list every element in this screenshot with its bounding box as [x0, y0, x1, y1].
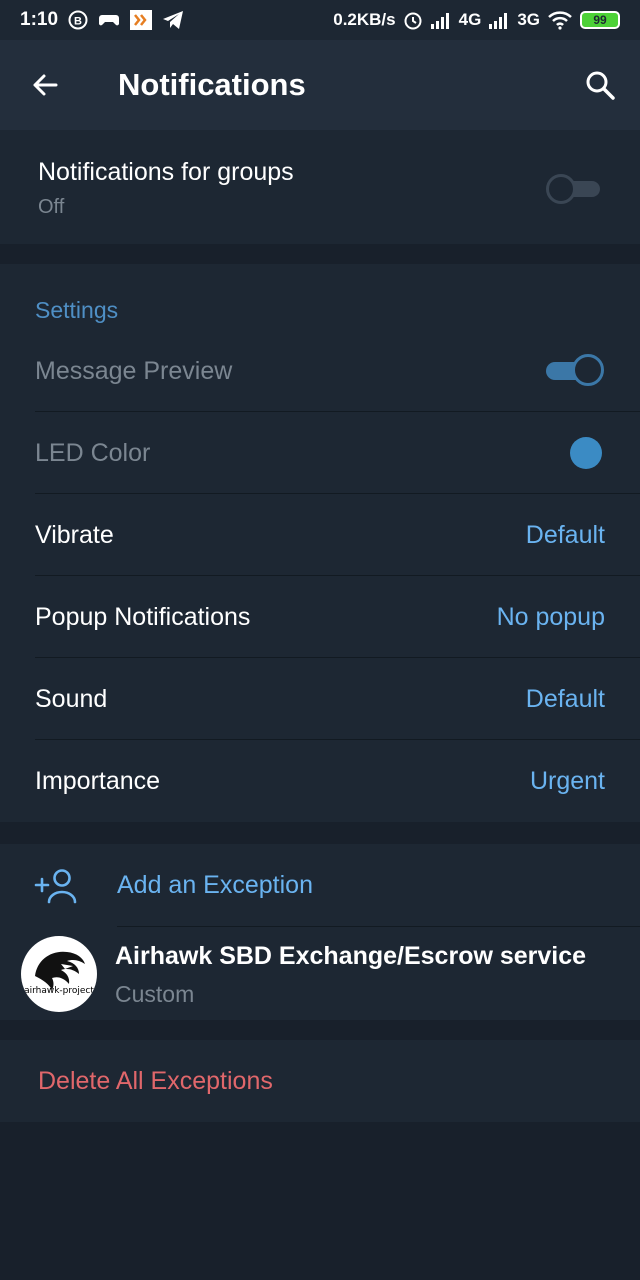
- status-time: 1:10: [20, 9, 59, 30]
- vibrate-label: Vibrate: [35, 520, 114, 549]
- groups-notifications-status: Off: [38, 196, 65, 218]
- groups-notifications-title: Notifications for groups: [38, 158, 294, 186]
- toggle-knob: [572, 354, 604, 386]
- popup-notifications-row[interactable]: Popup Notifications No popup: [0, 576, 640, 658]
- led-color-row[interactable]: LED Color: [0, 412, 640, 494]
- sound-label: Sound: [35, 684, 108, 713]
- back-button[interactable]: [0, 40, 90, 130]
- telegram-icon: [162, 10, 184, 30]
- add-user-icon: [34, 869, 77, 904]
- avatar-label: airhawk-project: [24, 986, 94, 996]
- app-notification-icon: [130, 10, 153, 30]
- groups-notifications-toggle[interactable]: [546, 174, 602, 204]
- exception-item[interactable]: airhawk-project Airhawk SBD Exchange/Esc…: [0, 927, 640, 1020]
- status-bar: 1:10 B 0.2KB/s 4G 3G 99: [0, 0, 640, 40]
- exception-name: Airhawk SBD Exchange/Escrow service: [115, 942, 587, 970]
- network-type-2: 3G: [517, 10, 540, 29]
- led-color-label: LED Color: [35, 438, 151, 467]
- delete-all-exceptions-button[interactable]: Delete All Exceptions: [0, 1040, 640, 1122]
- add-exception-button[interactable]: Add an Exception: [0, 844, 640, 926]
- exception-status: Custom: [115, 981, 195, 1007]
- settings-header: Settings: [35, 297, 119, 323]
- battery-level: 99: [593, 13, 607, 27]
- message-preview-toggle[interactable]: [546, 354, 604, 386]
- status-bar-right: 0.2KB/s 4G 3G 99: [333, 10, 620, 30]
- sound-row[interactable]: Sound Default: [0, 658, 640, 740]
- search-icon: [586, 71, 615, 100]
- app-bar: Notifications: [0, 40, 640, 130]
- settings-section: Settings Message Preview LED Color Vibra…: [0, 264, 640, 822]
- b-badge-icon: B: [68, 10, 88, 30]
- search-button[interactable]: [560, 40, 640, 130]
- sound-value: Default: [525, 684, 605, 713]
- groups-notifications-row[interactable]: Notifications for groups Off: [0, 130, 640, 244]
- message-preview-label: Message Preview: [35, 356, 233, 385]
- alarm-icon: [403, 10, 423, 30]
- vibrate-row[interactable]: Vibrate Default: [0, 494, 640, 576]
- message-preview-row[interactable]: Message Preview: [0, 330, 640, 412]
- arrow-left-icon: [33, 74, 58, 96]
- vibrate-value: Default: [525, 520, 605, 549]
- importance-label: Importance: [35, 766, 161, 795]
- svg-text:B: B: [74, 16, 82, 28]
- hawk-logo-icon: [35, 951, 85, 990]
- signal-bars-icon: [488, 11, 510, 29]
- toggle-knob: [546, 174, 576, 204]
- network-speed: 0.2KB/s: [333, 10, 396, 29]
- popup-notifications-label: Popup Notifications: [35, 602, 251, 631]
- add-exception-label: Add an Exception: [117, 870, 313, 899]
- network-type-1: 4G: [458, 10, 482, 29]
- importance-value: Urgent: [529, 766, 605, 795]
- signal-bars-icon: [430, 11, 452, 29]
- wifi-icon: [547, 10, 573, 30]
- avatar: airhawk-project: [21, 936, 97, 1012]
- page-title: Notifications: [118, 67, 306, 102]
- led-color-swatch: [570, 437, 602, 469]
- status-bar-left: 1:10 B: [20, 9, 184, 31]
- game-controller-icon: [98, 11, 120, 29]
- delete-all-exceptions-label: Delete All Exceptions: [38, 1066, 273, 1095]
- popup-notifications-value: No popup: [496, 602, 605, 631]
- importance-row[interactable]: Importance Urgent: [0, 740, 640, 822]
- exceptions-section: Add an Exception airhawk-project Airhawk…: [0, 844, 640, 1020]
- battery-icon: 99: [580, 11, 620, 29]
